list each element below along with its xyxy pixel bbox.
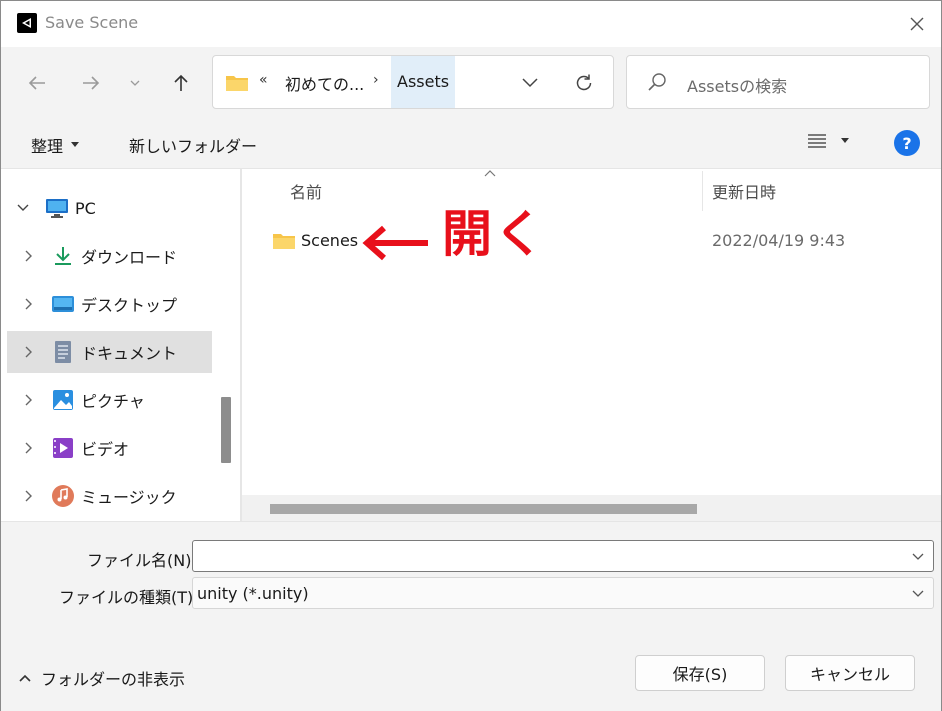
cancel-button[interactable]: キャンセル — [785, 655, 915, 691]
organize-label: 整理 — [31, 137, 64, 156]
column-divider[interactable] — [702, 171, 703, 211]
sidebar-item-label: PC — [75, 198, 96, 218]
search-icon — [648, 73, 666, 91]
pc-icon — [45, 196, 69, 220]
title-bar: Save Scene — [1, 1, 941, 47]
filename-label: ファイル名(N): — [87, 551, 197, 570]
collapsed-chevron-icon[interactable] — [7, 346, 51, 358]
folder-icon — [226, 76, 248, 91]
documents-icon — [51, 340, 75, 364]
desktop-icon — [51, 292, 75, 316]
sidebar-item-pictures[interactable]: ピクチャ — [7, 379, 212, 421]
forward-button[interactable] — [75, 67, 107, 99]
sidebar-item-desktop[interactable]: デスクトップ — [7, 283, 212, 325]
file-list: 名前 更新日時 Scenes 2022/04/19 9:43 開く — [242, 169, 941, 521]
chevron-down-icon — [130, 80, 140, 86]
help-button[interactable]: ? — [894, 130, 920, 156]
breadcrumb-item-current[interactable]: Assets — [391, 56, 456, 108]
sidebar-item-videos[interactable]: ビデオ — [7, 427, 212, 469]
organize-menu-button[interactable]: 整理 — [31, 133, 80, 157]
download-icon — [51, 244, 75, 268]
refresh-icon — [576, 74, 592, 91]
help-icon: ? — [902, 133, 912, 153]
sidebar-item-label: ピクチャ — [81, 392, 145, 411]
breadcrumb-separator-icon[interactable]: › — [373, 72, 379, 88]
sidebar-item-downloads[interactable]: ダウンロード — [7, 235, 212, 277]
music-icon — [51, 484, 75, 508]
close-button[interactable] — [897, 9, 937, 39]
sidebar-item-label: ダウンロード — [81, 248, 178, 267]
up-button[interactable] — [165, 67, 197, 99]
file-date: 2022/04/19 9:43 — [712, 231, 846, 250]
address-bar[interactable]: « 初めての... › Assets — [212, 55, 614, 109]
filename-field[interactable] — [192, 540, 934, 572]
navigation-pane: PC ダウンロード デスクトップ ドキュメント ピクチャ ビデオ ミュージック — [1, 169, 237, 521]
recent-locations-button[interactable] — [119, 67, 151, 99]
file-name: Scenes — [301, 231, 359, 250]
collapsed-chevron-icon[interactable] — [7, 298, 51, 310]
save-button[interactable]: 保存(S) — [635, 655, 765, 691]
arrow-right-icon — [83, 76, 100, 90]
unity-logo-icon — [17, 13, 37, 33]
chevron-down-icon — [522, 78, 538, 88]
filetype-select[interactable]: unity (*.unity) — [192, 577, 934, 609]
view-options-button[interactable] — [807, 133, 849, 149]
annotation-arrow-icon — [362, 225, 428, 261]
caret-down-icon — [841, 138, 849, 143]
pictures-icon — [51, 388, 75, 412]
navigation-bar: « 初めての... › Assets Assetsの検索 — [1, 47, 941, 119]
refresh-button[interactable] — [569, 68, 599, 98]
arrow-up-icon — [174, 74, 188, 91]
close-icon — [910, 17, 924, 31]
search-box[interactable]: Assetsの検索 — [626, 55, 930, 109]
sidebar-item-documents[interactable]: ドキュメント — [7, 331, 212, 373]
videos-icon — [51, 436, 75, 460]
filetype-value: unity (*.unity) — [197, 584, 309, 603]
address-history-button[interactable] — [513, 70, 547, 96]
command-bar: 整理 新しいフォルダー ? — [1, 119, 941, 169]
chevron-down-icon — [912, 590, 924, 597]
save-options-panel: ファイル名(N): ファイルの種類(T): unity (*.unity) フォ… — [1, 521, 941, 711]
window-title: Save Scene — [45, 13, 139, 32]
sidebar-item-pc[interactable]: PC — [1, 187, 206, 229]
sidebar-item-label: ドキュメント — [81, 344, 178, 363]
hide-folders-button[interactable]: フォルダーの非表示 — [19, 666, 185, 690]
filetype-label: ファイルの種類(T): — [59, 588, 199, 607]
caret-down-icon — [71, 142, 80, 147]
save-dialog: Save Scene « 初めての... › Assets Assetsの検索 … — [0, 0, 942, 711]
chevron-down-icon[interactable] — [911, 549, 925, 563]
list-view-icon — [808, 134, 826, 148]
breadcrumb-item[interactable]: 初めての... — [285, 71, 364, 95]
hide-folders-label: フォルダーの非表示 — [41, 670, 186, 689]
search-placeholder: Assetsの検索 — [687, 77, 788, 96]
collapsed-chevron-icon[interactable] — [7, 250, 51, 262]
folder-icon — [273, 234, 295, 249]
horizontal-scrollbar-thumb[interactable] — [270, 504, 697, 514]
back-button[interactable] — [21, 67, 53, 99]
address-overflow[interactable]: « — [259, 72, 268, 88]
expanded-chevron-icon[interactable] — [1, 204, 45, 212]
sidebar-item-label: ビデオ — [81, 440, 130, 459]
column-header-date[interactable]: 更新日時 — [712, 179, 776, 203]
sidebar-item-label: デスクトップ — [81, 296, 178, 315]
sidebar-item-music[interactable]: ミュージック — [7, 475, 212, 517]
chevron-up-icon — [19, 674, 31, 682]
sidebar-scrollbar[interactable] — [217, 169, 237, 521]
sidebar-scrollbar-thumb[interactable] — [221, 397, 231, 463]
annotation-label: 開く — [442, 205, 546, 263]
collapsed-chevron-icon[interactable] — [7, 442, 51, 454]
collapsed-chevron-icon[interactable] — [7, 490, 51, 502]
sidebar-item-label: ミュージック — [81, 488, 177, 507]
arrow-left-icon — [28, 76, 45, 90]
new-folder-button[interactable]: 新しいフォルダー — [129, 133, 257, 157]
sort-ascending-icon — [484, 170, 496, 177]
column-header-name[interactable]: 名前 — [290, 179, 322, 203]
collapsed-chevron-icon[interactable] — [7, 394, 51, 406]
